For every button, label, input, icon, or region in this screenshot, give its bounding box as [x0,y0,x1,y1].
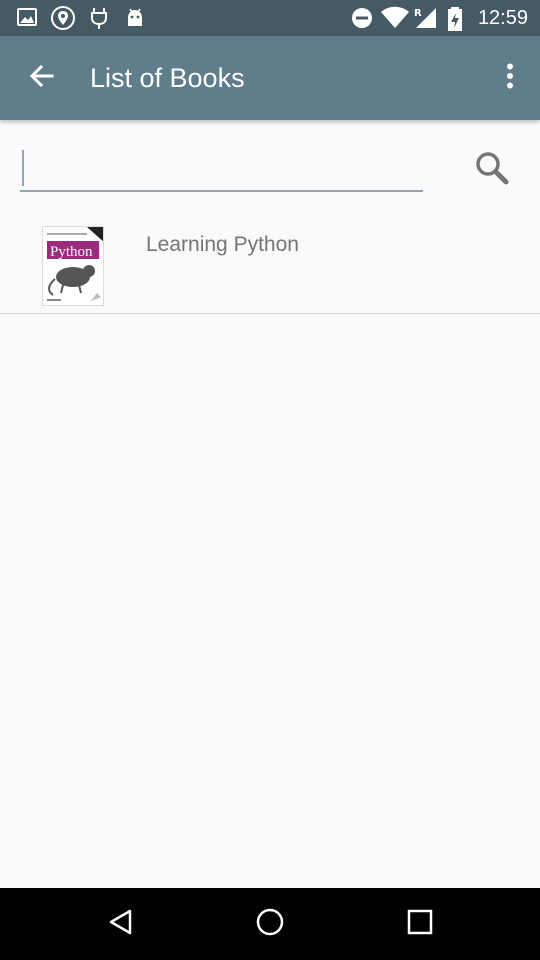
search-button[interactable] [466,144,518,196]
do-not-disturb-icon [350,6,374,35]
location-shield-icon [50,6,76,35]
page-title: List of Books [90,63,245,93]
nav-home-button[interactable] [246,900,294,948]
more-vert-icon [506,63,514,94]
app-bar: List of Books [0,36,540,120]
nav-recents-icon [407,909,433,940]
nav-back-icon [107,908,135,941]
content-area: Python Learning Python [0,120,540,888]
search-icon [474,150,510,191]
search-input[interactable] [20,148,423,192]
nav-home-icon [255,907,285,942]
status-time: 12:59 [477,7,528,29]
svg-text:R: R [414,8,422,19]
wifi-icon [380,6,410,35]
overflow-menu-button[interactable] [490,54,530,102]
nav-recents-button[interactable] [396,900,444,948]
book-cover-image: Python [42,226,104,306]
back-button[interactable] [18,54,66,102]
battery-charging-icon [446,6,464,37]
text-cursor [22,150,24,186]
nav-back-button[interactable] [97,900,145,948]
gallery-icon [16,6,38,33]
navigation-bar [0,888,540,960]
signal-roaming-icon: R [412,6,438,35]
book-title: Learning Python [146,233,299,256]
plug-icon [89,6,109,35]
list-item[interactable]: Python Learning Python [0,218,540,314]
android-icon [124,6,146,35]
status-bar: R 12:59 [0,0,540,36]
svg-text:Python: Python [50,244,93,260]
arrow-back-icon [28,62,56,95]
